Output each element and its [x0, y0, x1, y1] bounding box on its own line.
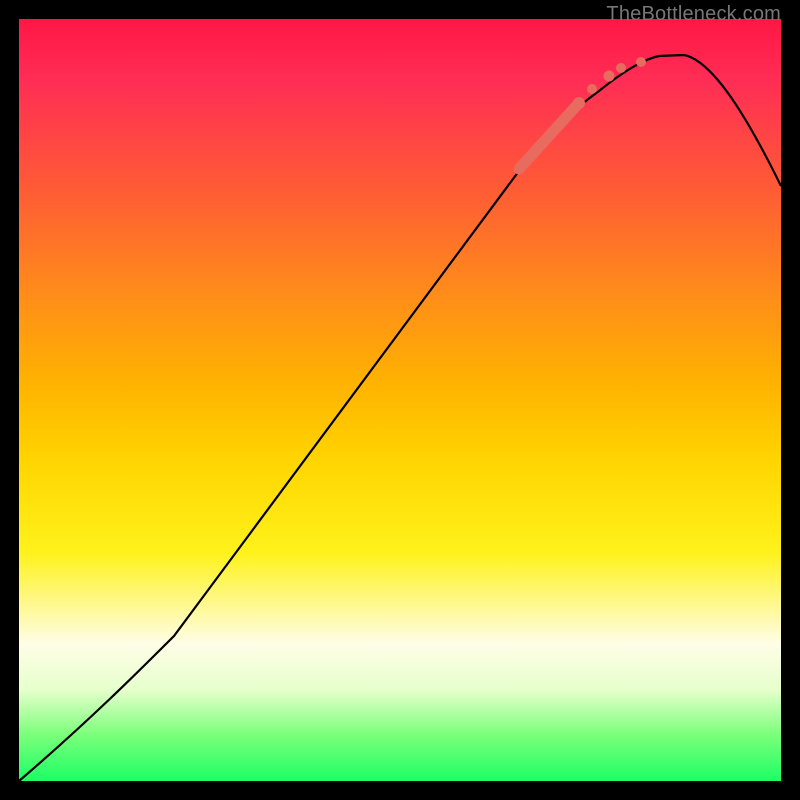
highlight-markers: [519, 57, 646, 169]
highlight-thick-segment: [519, 103, 579, 169]
highlight-dot: [616, 63, 626, 73]
highlight-dot: [587, 84, 597, 94]
bottleneck-curve: [19, 55, 781, 781]
chart-plot-area: TheBottleneck.com: [19, 19, 781, 781]
highlight-dot: [636, 57, 646, 67]
chart-svg: [19, 19, 781, 781]
curve-path: [19, 55, 781, 781]
highlight-dot: [573, 97, 585, 109]
highlight-dot: [604, 71, 615, 82]
